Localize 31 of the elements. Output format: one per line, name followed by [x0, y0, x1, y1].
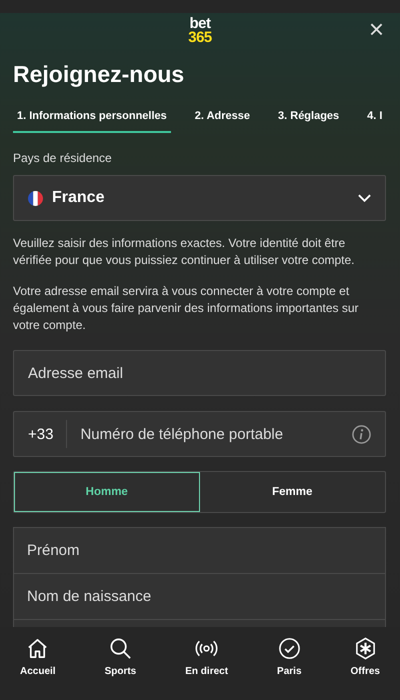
info-text: Votre adresse email servira à vous connecter à votre compte et également à vous faire parvenir des informations importantes sur votre compte. — [13, 283, 360, 334]
logo: bet 365 — [188, 17, 212, 45]
nav-item[interactable]: Offres — [342, 637, 388, 679]
email-field[interactable]: Adresse email — [13, 350, 386, 396]
step-tab[interactable]: 1. Informations personnelles — [13, 110, 171, 133]
nav-item[interactable]: Paris — [269, 637, 310, 679]
field-label: Pays de résidence — [13, 151, 113, 165]
step-tab[interactable]: 3. Réglages — [274, 110, 344, 133]
name-field[interactable]: Prénom — [14, 528, 385, 574]
step-tab[interactable]: 2. Adresse — [190, 110, 254, 133]
phone-field[interactable]: +33 Numéro de téléphone portable — [13, 411, 386, 457]
nav-item[interactable]: Accueil — [12, 637, 64, 679]
gender-option[interactable]: Homme — [14, 472, 200, 512]
chevron-down-icon — [358, 194, 371, 202]
info-text: Veuillez saisir des informations exactes. Votre identité doit être vérifiée pour que vous puissiez continuer à utiliser votre compte. — [13, 235, 356, 269]
step-tab[interactable]: 4. I — [363, 110, 386, 133]
close-button[interactable]: × — [364, 17, 388, 41]
star-hexagon-icon — [354, 637, 377, 660]
check-circle-icon — [278, 637, 301, 660]
country-select[interactable]: France — [13, 175, 386, 221]
country-value: France — [52, 189, 106, 207]
home-icon — [26, 637, 50, 660]
flag-icon — [28, 190, 43, 206]
info-icon[interactable] — [352, 424, 371, 444]
country-code: +33 — [28, 426, 54, 442]
nav-item[interactable]: Sports — [96, 637, 144, 679]
gender-option[interactable]: Femme — [200, 472, 385, 512]
search-icon — [108, 637, 132, 660]
name-field[interactable]: Nom de naissance — [14, 574, 385, 620]
nav-item[interactable]: En direct — [177, 637, 236, 679]
page-title: Rejoignez-nous — [13, 61, 186, 88]
